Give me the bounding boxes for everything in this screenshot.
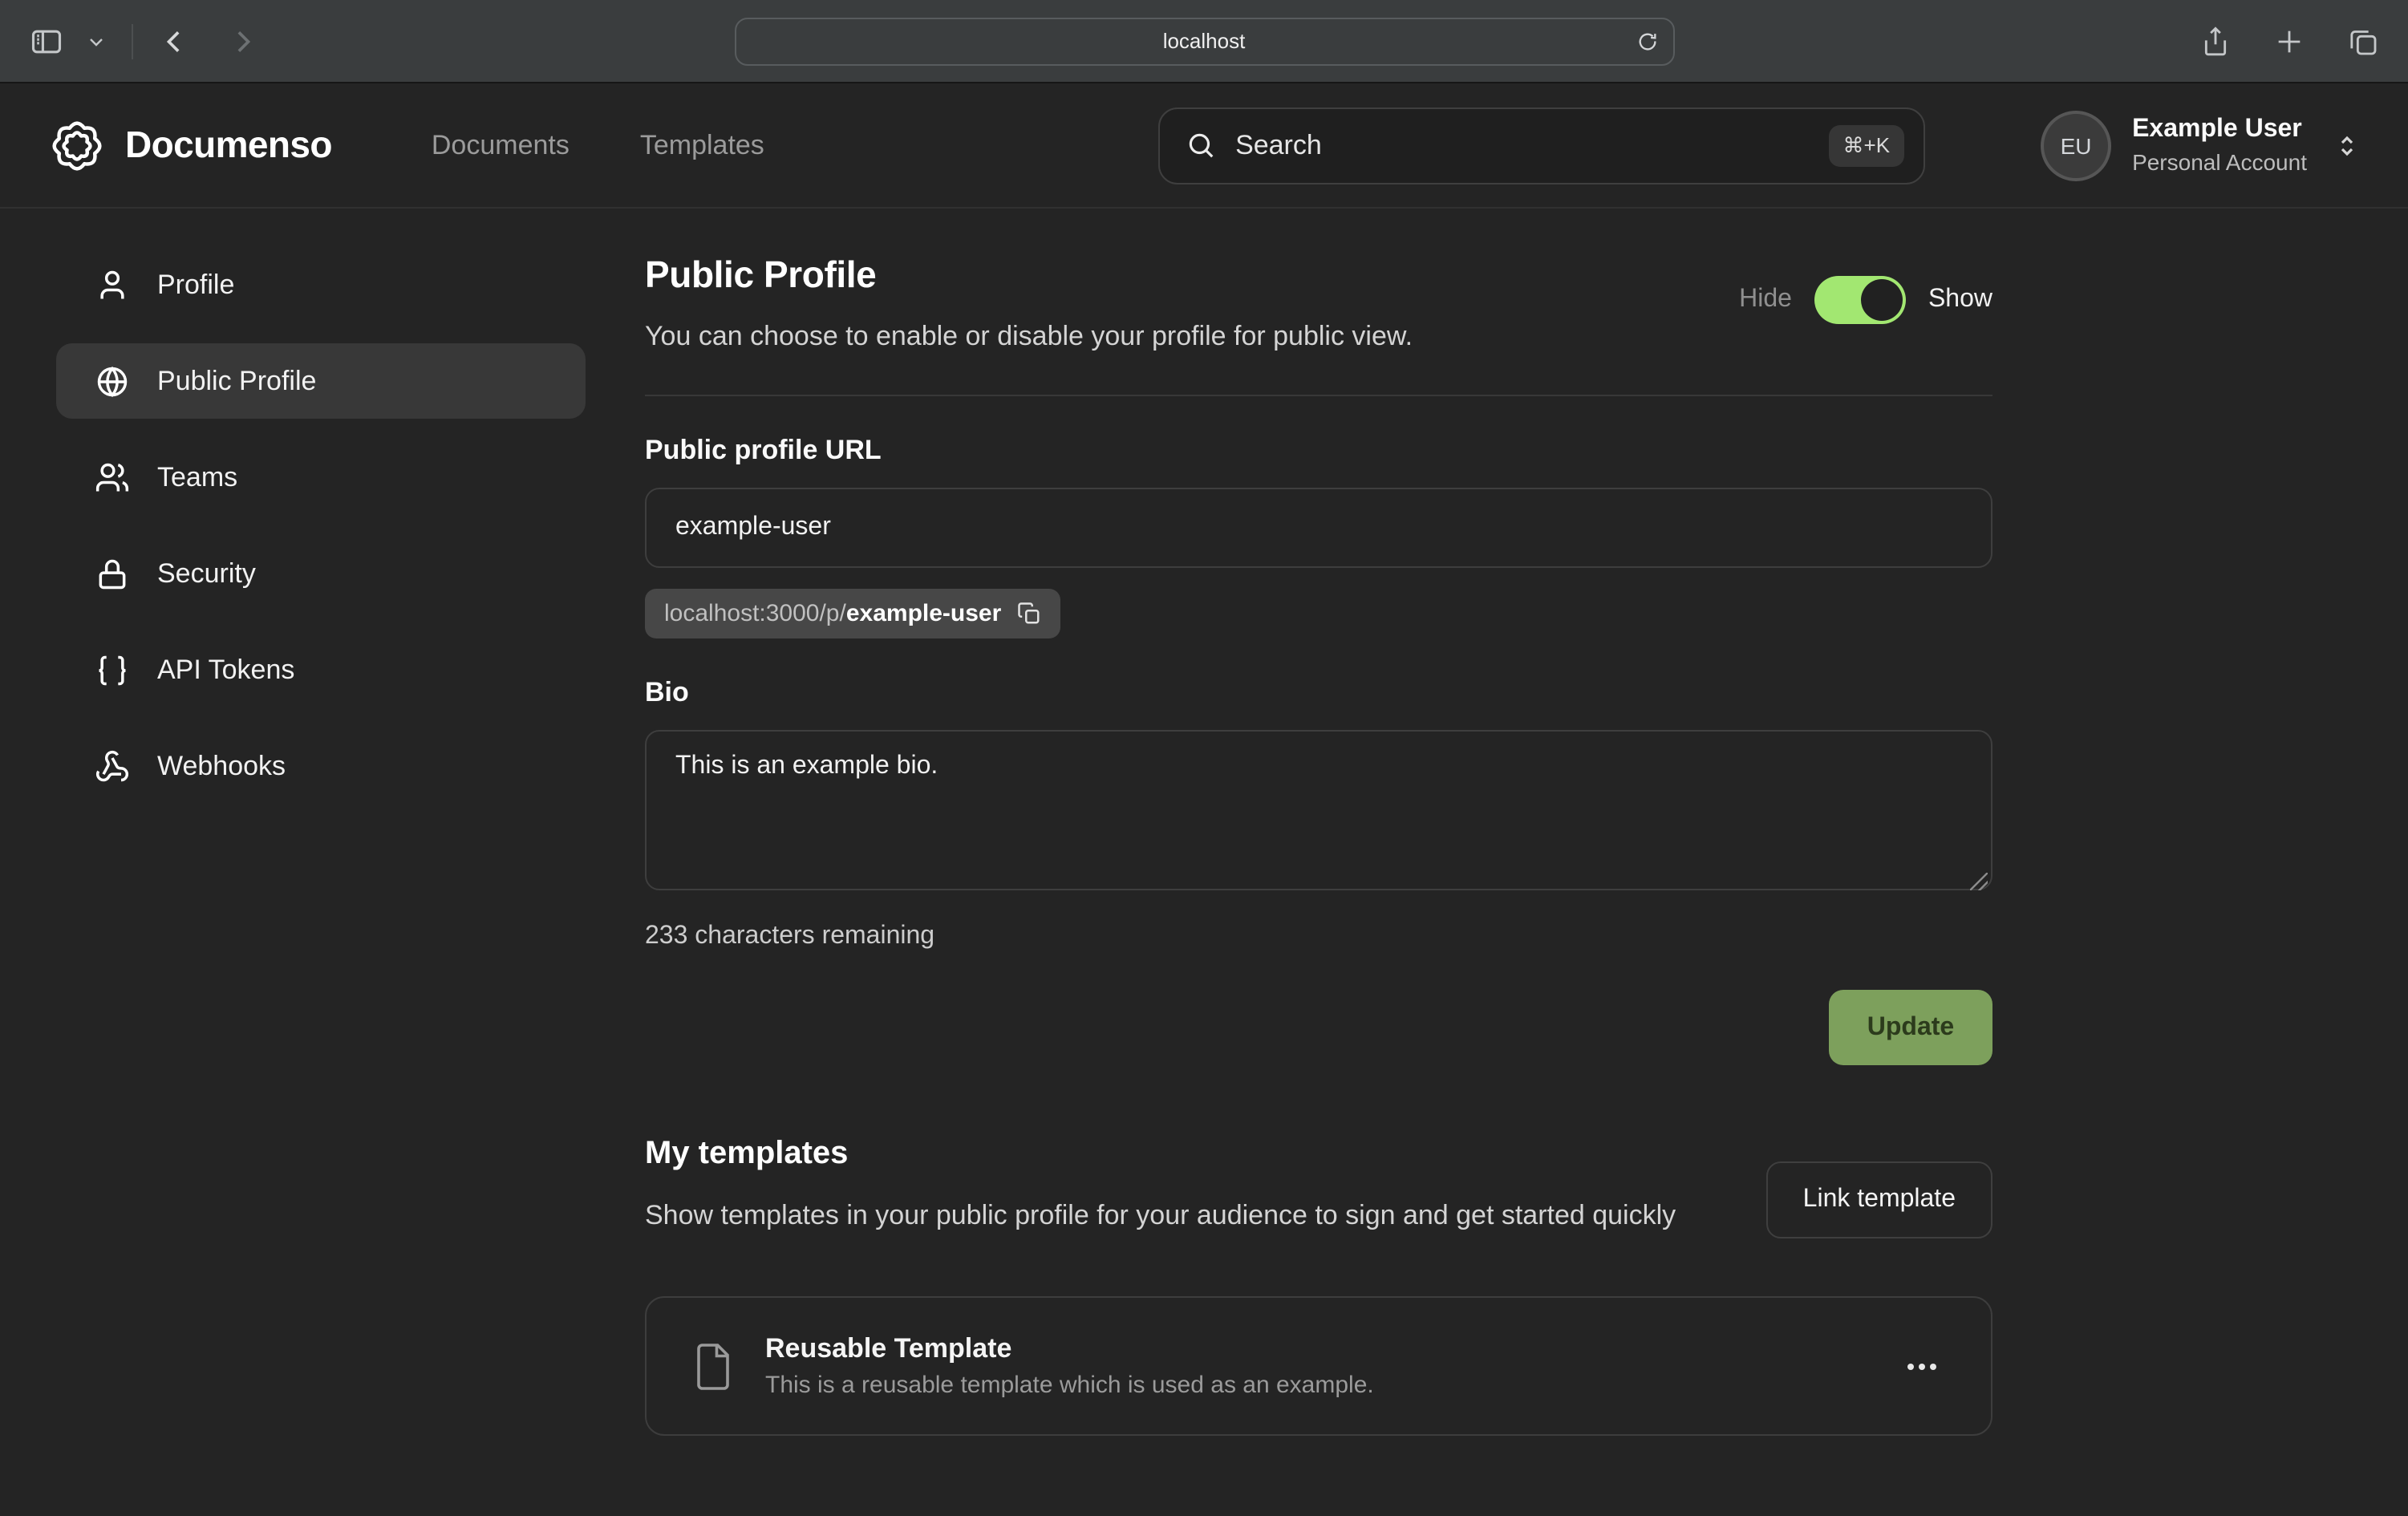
sidebar-item-label: Webhooks [157, 750, 286, 782]
tab-overview-button[interactable] [2344, 22, 2382, 60]
chevrons-up-down-icon [2334, 132, 2360, 158]
account-name: Example User [2132, 114, 2307, 148]
plus-icon [2273, 25, 2305, 57]
search-input[interactable] [1235, 129, 1809, 161]
address-bar[interactable]: localhost [734, 17, 1674, 65]
sidebar-item-label: API Tokens [157, 654, 294, 686]
user-icon [95, 267, 130, 302]
chevron-left-icon [159, 25, 191, 57]
copy-icon [1017, 602, 1041, 626]
template-more-options-button[interactable] [1898, 1353, 1946, 1379]
search-box[interactable]: ⌘+K [1158, 107, 1925, 184]
account-menu[interactable]: EU Example User Personal Account [2041, 110, 2360, 180]
public-profile-settings: Public Profile You can choose to enable … [645, 209, 1992, 1436]
documenso-logo-icon [48, 116, 106, 174]
url-preview-chip: localhost:3000/p/example-user [645, 589, 1060, 638]
sidebar-item-security[interactable]: Security [56, 536, 586, 611]
browser-toolbar: localhost [0, 0, 2408, 83]
app-header: Documenso Documents Templates ⌘+K EU Exa… [0, 83, 2408, 209]
copy-url-button[interactable] [1017, 602, 1041, 626]
bio-textarea[interactable]: This is an example bio. [645, 730, 1992, 890]
brand-name: Documenso [125, 124, 332, 167]
toggle-hide-label: Hide [1739, 286, 1792, 314]
webhook-icon [95, 748, 130, 784]
avatar: EU [2041, 110, 2111, 180]
globe-icon [95, 363, 130, 399]
search-icon [1186, 130, 1216, 160]
resize-grip[interactable] [1970, 873, 1988, 890]
toggle-knob [1861, 279, 1903, 321]
template-description: This is a reusable template which is use… [765, 1368, 1374, 1402]
sidebar-item-label: Security [157, 557, 256, 590]
sidebar-item-teams[interactable]: Teams [56, 440, 586, 515]
chevron-down-icon [87, 31, 106, 51]
address-bar-url: localhost [1163, 29, 1246, 53]
share-icon [2199, 25, 2232, 57]
characters-remaining: 233 characters remaining [645, 922, 1992, 951]
link-template-button[interactable]: Link template [1766, 1161, 1992, 1238]
file-icon [691, 1340, 735, 1392]
url-preview-slug: example-user [846, 600, 1001, 627]
sidebar-item-api-tokens[interactable]: API Tokens [56, 632, 586, 707]
reload-button[interactable] [1636, 30, 1658, 52]
update-button[interactable]: Update [1829, 990, 1992, 1065]
settings-sidebar: Profile Public Profile Teams Security AP… [56, 247, 586, 804]
my-templates-title: My templates [645, 1136, 1676, 1173]
toggle-show-label: Show [1928, 286, 1992, 314]
toolbar-divider [132, 23, 133, 59]
braces-icon [95, 652, 130, 687]
sidebar-item-label: Profile [157, 269, 234, 301]
bio-field-label: Bio [645, 677, 1992, 709]
profile-visibility-toggle[interactable] [1814, 276, 1906, 324]
page-title: Public Profile [645, 253, 1413, 297]
back-button[interactable] [156, 22, 194, 60]
template-list-item[interactable]: Reusable Template This is a reusable tem… [645, 1296, 1992, 1436]
chevron-right-icon [226, 25, 258, 57]
users-icon [95, 460, 130, 495]
new-tab-button[interactable] [2270, 22, 2309, 60]
search-shortcut-badge: ⌘+K [1829, 124, 1905, 166]
visibility-toggle-group: Hide Show [1739, 276, 1992, 324]
sidebar-dropdown-button[interactable] [83, 28, 109, 54]
share-button[interactable] [2196, 22, 2235, 60]
main-nav: Documents Templates [432, 129, 764, 161]
lock-icon [95, 556, 130, 591]
reload-icon [1636, 30, 1658, 52]
tabs-overview-icon [2347, 25, 2379, 57]
url-preview-prefix: localhost:3000/p/ [664, 600, 846, 627]
sidebar-item-public-profile[interactable]: Public Profile [56, 343, 586, 419]
sidebar-item-webhooks[interactable]: Webhooks [56, 728, 586, 804]
forward-button[interactable] [223, 22, 261, 60]
page-description: You can choose to enable or disable your… [645, 321, 1413, 353]
sidebar-item-profile[interactable]: Profile [56, 247, 586, 322]
sidebar-item-label: Public Profile [157, 365, 316, 397]
url-field-label: Public profile URL [645, 435, 1992, 467]
section-divider [645, 395, 1992, 396]
nav-templates[interactable]: Templates [640, 129, 764, 161]
template-title: Reusable Template [765, 1330, 1374, 1368]
public-profile-url-input[interactable] [645, 488, 1992, 568]
brand-logo[interactable]: Documenso [48, 116, 332, 174]
ellipsis-icon [1907, 1363, 1914, 1369]
account-type: Personal Account [2132, 148, 2307, 176]
sidebar-toggle-button[interactable] [26, 20, 67, 62]
nav-documents[interactable]: Documents [432, 129, 570, 161]
my-templates-description: Show templates in your public profile fo… [645, 1195, 1676, 1238]
panel-left-icon [29, 23, 64, 59]
sidebar-item-label: Teams [157, 461, 237, 493]
